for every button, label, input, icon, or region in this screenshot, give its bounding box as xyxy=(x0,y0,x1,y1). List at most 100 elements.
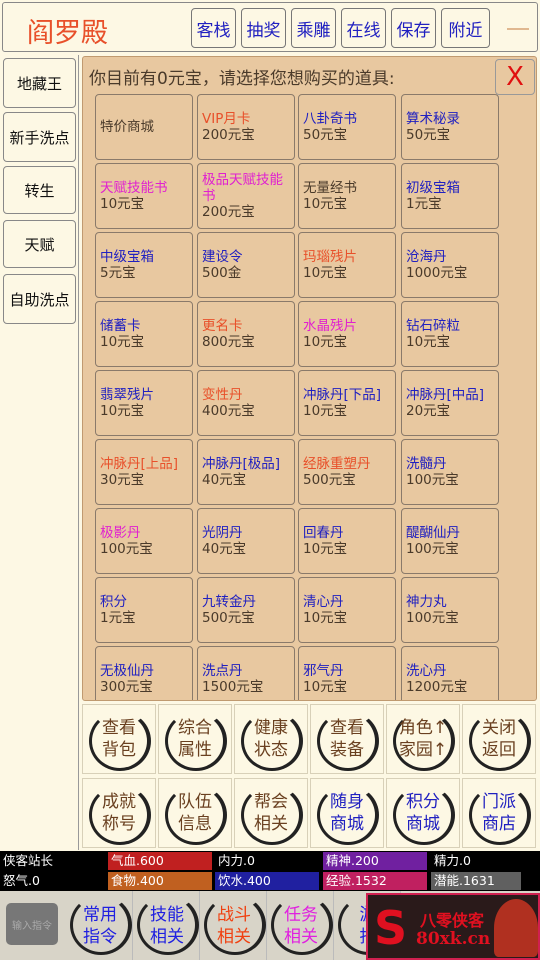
close-button[interactable]: X xyxy=(495,59,535,95)
shop-item[interactable]: 洗髓丹 100元宝 xyxy=(401,439,499,505)
shop-item[interactable]: 天赋技能书 10元宝 xyxy=(95,163,193,229)
shop-item[interactable]: 洗点丹 1500元宝 xyxy=(197,646,295,700)
action-button[interactable]: 综合 属性 xyxy=(158,704,232,774)
item-name: 醍醐仙丹 xyxy=(406,525,460,541)
label-line: 健康 xyxy=(254,718,288,738)
top-bar: 阎罗殿 客栈 抽奖 乘雕 在线 保存 附近 xyxy=(2,2,538,52)
shop-item[interactable]: 光阴丹 40元宝 xyxy=(197,508,295,574)
shop-item[interactable]: 无量经书 10元宝 xyxy=(298,163,396,229)
action-button[interactable]: 角色↑ 家园↑ xyxy=(386,704,460,774)
sidebar-button-4[interactable]: 自助洗点 xyxy=(3,274,76,324)
sidebar-button-3[interactable]: 天赋 xyxy=(3,220,76,268)
item-price: 1000元宝 xyxy=(406,265,468,281)
shop-item[interactable]: 八卦奇书 50元宝 xyxy=(298,94,396,160)
shop-item[interactable]: 水晶残片 10元宝 xyxy=(298,301,396,367)
shop-item[interactable]: 回春丹 10元宝 xyxy=(298,508,396,574)
sidebar-button-2[interactable]: 转生 xyxy=(3,166,76,214)
shop-item[interactable]: 翡翠残片 10元宝 xyxy=(95,370,193,436)
action-button[interactable]: 积分 商城 xyxy=(386,778,460,848)
shop-item[interactable]: 建设令 500金 xyxy=(197,232,295,298)
action-label: 角色↑ 家园↑ xyxy=(399,717,447,761)
item-name: 翡翠残片 xyxy=(100,387,154,403)
action-button[interactable]: 健康 状态 xyxy=(234,704,308,774)
item-price: 200元宝 xyxy=(202,127,255,143)
bottom-tab[interactable]: 战斗 相关 xyxy=(202,891,267,960)
action-label: 队伍 信息 xyxy=(178,791,212,835)
action-button[interactable]: 随身 商城 xyxy=(310,778,384,848)
header-button-2[interactable]: 乘雕 xyxy=(291,8,336,48)
shop-item[interactable]: 冲脉丹[中品] 20元宝 xyxy=(401,370,499,436)
label-line: 角色↑ xyxy=(398,718,448,738)
item-name: 变性丹 xyxy=(202,387,243,403)
ad-name: 八零侠客 xyxy=(420,911,485,930)
header-button-5[interactable]: 附近 xyxy=(441,8,490,48)
action-button[interactable]: 查看 装备 xyxy=(310,704,384,774)
item-price: 1200元宝 xyxy=(406,679,468,695)
minimize-icon[interactable] xyxy=(507,28,529,30)
shop-item[interactable]: 积分 1元宝 xyxy=(95,577,193,643)
shop-item[interactable]: 极品天赋技能书 200元宝 xyxy=(197,163,295,229)
shop-item[interactable]: 算术秘录 50元宝 xyxy=(401,94,499,160)
item-price: 1元宝 xyxy=(100,610,136,626)
shop-item[interactable]: 更名卡 800元宝 xyxy=(197,301,295,367)
action-label: 随身 商城 xyxy=(330,791,364,835)
shop-item[interactable]: 清心丹 10元宝 xyxy=(298,577,396,643)
sidebar-button-1[interactable]: 新手洗点 xyxy=(3,112,76,162)
shop-item[interactable]: 储蓄卡 10元宝 xyxy=(95,301,193,367)
action-label: 健康 状态 xyxy=(254,717,288,761)
label-line: 称号 xyxy=(102,814,136,834)
item-name: 神力丸 xyxy=(406,594,447,610)
shop-item[interactable]: 冲脉丹[极品] 40元宝 xyxy=(197,439,295,505)
input-command-button[interactable]: 输入指令 xyxy=(6,903,58,945)
shop-item[interactable]: 冲脉丹[下品] 10元宝 xyxy=(298,370,396,436)
action-grid: 查看 背包 综合 属性 健康 状态 查看 装备 角色↑ 家园↑ 关闭 返回成就 称号 队伍 信息 帮会 相关 随身… xyxy=(82,704,540,850)
item-price: 100元宝 xyxy=(406,610,459,626)
action-button[interactable]: 查看 背包 xyxy=(82,704,156,774)
ad-banner[interactable]: S 八零侠客 80xk.cn xyxy=(366,893,540,960)
shop-item[interactable]: 变性丹 400元宝 xyxy=(197,370,295,436)
item-name: 玛瑙残片 xyxy=(303,249,357,265)
item-price: 10元宝 xyxy=(303,334,348,350)
shop-item[interactable]: 冲脉丹[上品] 30元宝 xyxy=(95,439,193,505)
shop-item[interactable]: 极影丹 100元宝 xyxy=(95,508,193,574)
shop-item[interactable]: 特价商城 xyxy=(95,94,193,160)
header-button-3[interactable]: 在线 xyxy=(341,8,386,48)
item-name: 钻石碎粒 xyxy=(406,318,460,334)
shop-item[interactable]: 神力丸 100元宝 xyxy=(401,577,499,643)
shop-item[interactable]: 醍醐仙丹 100元宝 xyxy=(401,508,499,574)
header-button-4[interactable]: 保存 xyxy=(391,8,436,48)
item-price: 50元宝 xyxy=(303,127,348,143)
item-name: 洗点丹 xyxy=(202,663,243,679)
label-line: 商城 xyxy=(330,814,364,834)
header-button-1[interactable]: 抽奖 xyxy=(241,8,286,48)
shop-item[interactable]: 钻石碎粒 10元宝 xyxy=(401,301,499,367)
label-line: 家园↑ xyxy=(398,740,448,760)
item-price: 1元宝 xyxy=(406,196,442,212)
item-price: 10元宝 xyxy=(406,334,451,350)
item-price: 10元宝 xyxy=(303,610,348,626)
header-button-0[interactable]: 客栈 xyxy=(191,8,236,48)
sidebar-button-0[interactable]: 地藏王 xyxy=(3,58,76,108)
shop-item[interactable]: 无极仙丹 300元宝 xyxy=(95,646,193,700)
label-line: 商店 xyxy=(482,814,516,834)
item-price: 300元宝 xyxy=(100,679,153,695)
shop-item[interactable]: 中级宝箱 5元宝 xyxy=(95,232,193,298)
action-button[interactable]: 门派 商店 xyxy=(462,778,536,848)
shop-item[interactable]: 邪气丹 10元宝 xyxy=(298,646,396,700)
shop-item[interactable]: 经脉重塑丹 500元宝 xyxy=(298,439,396,505)
action-button[interactable]: 队伍 信息 xyxy=(158,778,232,848)
shop-item[interactable]: 沧海丹 1000元宝 xyxy=(401,232,499,298)
action-button[interactable]: 成就 称号 xyxy=(82,778,156,848)
shop-item[interactable]: 洗心丹 1200元宝 xyxy=(401,646,499,700)
bottom-tab[interactable]: 技能 相关 xyxy=(135,891,200,960)
ink-circle-icon xyxy=(70,895,132,955)
shop-item[interactable]: 初级宝箱 1元宝 xyxy=(401,163,499,229)
action-button[interactable]: 关闭 返回 xyxy=(462,704,536,774)
shop-item[interactable]: VIP月卡 200元宝 xyxy=(197,94,295,160)
shop-item[interactable]: 九转金丹 500元宝 xyxy=(197,577,295,643)
bottom-tab[interactable]: 常用 指令 xyxy=(68,891,133,960)
item-name: 算术秘录 xyxy=(406,111,460,127)
shop-item[interactable]: 玛瑙残片 10元宝 xyxy=(298,232,396,298)
action-button[interactable]: 帮会 相关 xyxy=(234,778,308,848)
bottom-tab[interactable]: 任务 相关 xyxy=(269,891,334,960)
